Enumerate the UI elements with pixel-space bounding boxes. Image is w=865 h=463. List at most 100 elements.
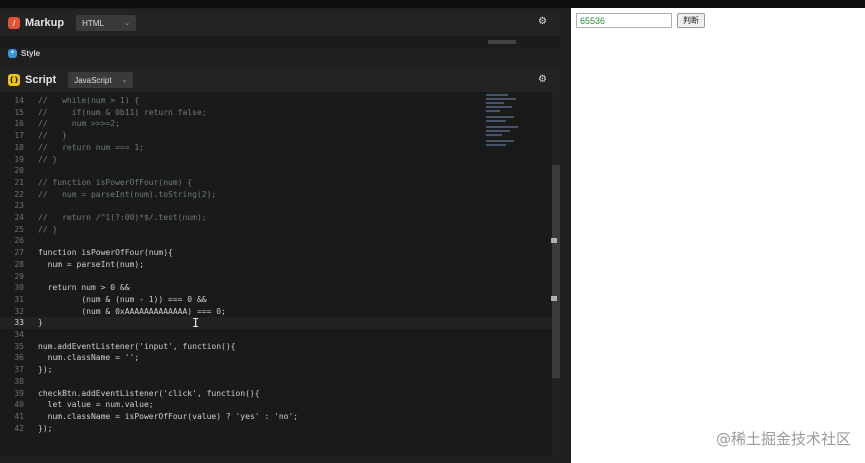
line-number: 16	[14, 119, 24, 129]
code-line[interactable]: 31 (num & (num - 1)) === 0 &&	[0, 294, 552, 306]
code-line[interactable]: 35 num.addEventListener('input', function…	[0, 341, 552, 353]
line-number: 28	[14, 259, 24, 269]
line-number: 41	[14, 411, 24, 421]
code-line[interactable]: 14 // while(num > 1) {	[0, 95, 552, 107]
code-line[interactable]: 41 num.className = isPowerOfFour(value) …	[0, 411, 552, 423]
code-text: // return /^1(?:00)*$/.test(num);	[38, 213, 207, 222]
code-line[interactable]: 29	[0, 271, 552, 283]
code-line[interactable]: 34	[0, 329, 552, 341]
code-line[interactable]: 20	[0, 165, 552, 177]
code-line[interactable]: 40 let value = num.value;	[0, 399, 552, 411]
code-line[interactable]: 21 // function isPowerOfFour(num) {	[0, 177, 552, 189]
code-text: // }	[38, 224, 58, 234]
code-text: num.className = '';	[38, 353, 140, 363]
code-line[interactable]: 38	[0, 376, 552, 388]
gear-icon[interactable]: ⚙	[538, 75, 548, 85]
code-text: // while(num > 1) {	[38, 96, 140, 105]
line-number: 25	[14, 224, 24, 234]
style-panel-title: Style	[21, 48, 41, 58]
script-language-value: JavaScript	[74, 75, 112, 85]
number-input[interactable]: 65536	[576, 13, 672, 28]
code-line[interactable]: 39 checkBtn.addEventListener('click', fun…	[0, 388, 552, 400]
line-number: 18	[14, 142, 24, 152]
code-line[interactable]: 19 // }	[0, 154, 552, 166]
code-line[interactable]: 36 num.className = '';	[0, 352, 552, 364]
line-number: 40	[14, 400, 24, 410]
style-panel-header[interactable]: * Style	[0, 46, 40, 60]
code-line[interactable]: 33}	[0, 317, 552, 329]
watermark: @稀土掘金技术社区	[715, 430, 851, 448]
code-text: let value = num.value;	[38, 400, 154, 410]
markup-language-value: HTML	[82, 18, 104, 28]
line-number: 35	[14, 341, 24, 351]
code-text: num = parseInt(num);	[38, 259, 144, 269]
code-line[interactable]: 16 // num >>>=2;	[0, 118, 552, 130]
code-text: // if(num & 0b11) return false;	[38, 107, 207, 117]
line-number: 26	[14, 236, 24, 246]
resize-handle-icon[interactable]	[551, 296, 557, 301]
markup-scrollbar[interactable]	[488, 40, 516, 44]
script-panel-title: Script	[25, 74, 57, 86]
line-number: 22	[14, 189, 24, 199]
preview-pane	[571, 8, 865, 463]
code-line[interactable]: 24 // return /^1(?:00)*$/.test(num);	[0, 212, 552, 224]
code-line[interactable]: 22 // num = parseInt(num).toString(2);	[0, 189, 552, 201]
css-badge-icon: *	[8, 48, 17, 58]
code-text: // num >>>=2;	[38, 119, 120, 129]
code-line[interactable]: 25 // }	[0, 224, 552, 236]
code-line[interactable]: 37});	[0, 364, 552, 376]
gear-icon[interactable]: ⚙	[538, 17, 548, 27]
script-language-select[interactable]: JavaScript ⌄	[68, 72, 134, 88]
line-number: 20	[14, 166, 24, 176]
chevron-down-icon: ⌄	[124, 20, 131, 27]
pane-divider[interactable]	[563, 8, 571, 463]
markup-panel-title: Markup	[25, 17, 65, 29]
line-number: 14	[14, 96, 24, 105]
script-scrollbar-thumb[interactable]	[552, 165, 560, 378]
line-number: 34	[14, 330, 24, 339]
code-line[interactable]: 17 // }	[0, 130, 552, 142]
code-minimap[interactable]	[486, 92, 546, 152]
code-text: });	[38, 365, 53, 375]
markup-editor[interactable]	[0, 36, 560, 48]
resize-handle-icon[interactable]	[551, 238, 557, 243]
line-number: 36	[14, 353, 24, 363]
code-line[interactable]: 42});	[0, 423, 552, 435]
line-number: 31	[14, 294, 24, 304]
line-number: 38	[14, 376, 24, 386]
check-button[interactable]: 判断	[677, 13, 705, 28]
code-text: // }	[38, 154, 58, 164]
text-cursor-icon: I	[192, 316, 200, 330]
line-number: 27	[14, 248, 24, 258]
line-number: 19	[14, 154, 24, 164]
line-number: 30	[14, 283, 24, 293]
top-bar	[0, 0, 865, 8]
line-number: 33	[14, 318, 24, 328]
code-line[interactable]: 18 // return num === 1;	[0, 142, 552, 154]
js-badge-icon: {}	[8, 74, 20, 86]
chevron-down-icon: ⌄	[121, 77, 128, 84]
code-line[interactable]: 26	[0, 235, 552, 247]
code-line[interactable]: 27 function isPowerOfFour(num){	[0, 247, 552, 259]
code-line[interactable]: 15 // if(num & 0b11) return false;	[0, 107, 552, 119]
code-line[interactable]: 28 num = parseInt(num);	[0, 259, 552, 271]
code-text: checkBtn.addEventListener('click', funct…	[38, 388, 260, 398]
line-number: 15	[14, 107, 24, 117]
code-line[interactable]: 23	[0, 200, 552, 212]
line-number: 29	[14, 271, 24, 281]
script-code-editor[interactable]: 14 // while(num > 1) { 15 // if(num & 0b11)…	[0, 92, 552, 455]
code-text: function isPowerOfFour(num){	[38, 248, 173, 258]
line-number: 21	[14, 177, 24, 187]
code-line[interactable]: 32 (num & 0xAAAAAAAAAAAAA) === 0;	[0, 306, 552, 318]
code-text: num.className = isPowerOfFour(value) ? '…	[38, 411, 299, 421]
markup-language-select[interactable]: HTML ⌄	[76, 15, 137, 31]
code-text: // return num === 1;	[38, 142, 144, 152]
script-panel-header: {} Script JavaScript ⌄ ⚙	[0, 68, 560, 92]
code-text: return num > 0 &&	[38, 283, 130, 293]
html-badge-icon: /	[8, 17, 20, 29]
code-text: }	[38, 318, 43, 328]
line-number: 37	[14, 365, 24, 375]
code-line[interactable]: 30 return num > 0 &&	[0, 282, 552, 294]
code-text: // function isPowerOfFour(num) {	[38, 177, 193, 187]
code-text: // num = parseInt(num).toString(2);	[38, 189, 217, 199]
